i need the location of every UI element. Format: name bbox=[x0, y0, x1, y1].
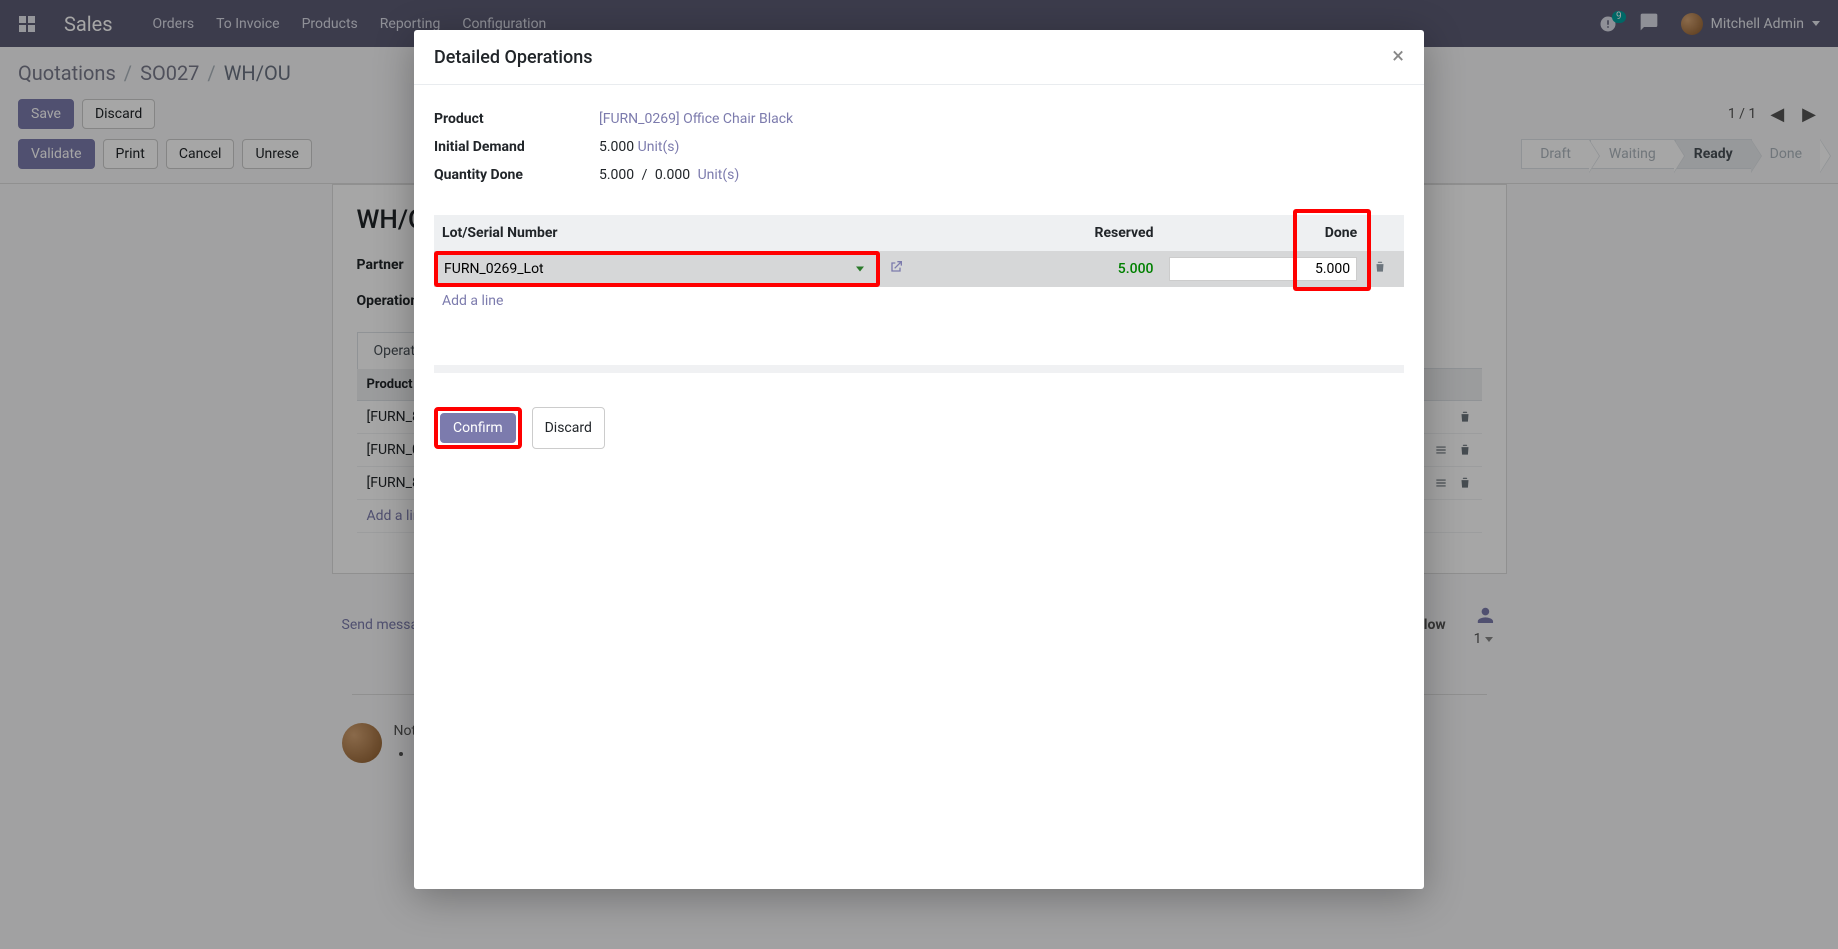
modal-discard-button[interactable]: Discard bbox=[532, 407, 605, 449]
confirm-button[interactable]: Confirm bbox=[440, 413, 516, 443]
col-done: Done bbox=[1325, 225, 1357, 241]
lot-serial-input[interactable] bbox=[442, 257, 872, 281]
modal-overlay: Detailed Operations × Product [FURN_0269… bbox=[0, 0, 1838, 949]
highlight-confirm: Confirm bbox=[434, 407, 522, 449]
highlight-lot bbox=[434, 251, 880, 287]
col-lot: Lot/Serial Number bbox=[434, 215, 880, 251]
trash-icon[interactable] bbox=[1373, 260, 1387, 274]
col-reserved: Reserved bbox=[919, 215, 1162, 251]
product-label: Product bbox=[434, 111, 599, 127]
reserved-value: 5.000 bbox=[919, 251, 1162, 287]
detailed-operations-modal: Detailed Operations × Product [FURN_0269… bbox=[414, 30, 1424, 889]
initial-demand-label: Initial Demand bbox=[434, 139, 599, 155]
lot-row[interactable]: 5.000 bbox=[434, 251, 1404, 287]
qty-done-label: Quantity Done bbox=[434, 167, 599, 183]
chevron-down-icon[interactable] bbox=[856, 267, 864, 272]
done-input[interactable] bbox=[1169, 257, 1357, 281]
close-icon[interactable]: × bbox=[1392, 46, 1404, 68]
product-link[interactable]: [FURN_0269] Office Chair Black bbox=[599, 111, 793, 127]
add-line-link[interactable]: Add a line bbox=[434, 287, 1404, 315]
modal-title: Detailed Operations bbox=[434, 47, 593, 68]
external-link-icon[interactable] bbox=[888, 259, 904, 275]
lot-table: Lot/Serial Number Reserved Done bbox=[434, 215, 1404, 315]
scrollbar-placeholder bbox=[434, 365, 1404, 373]
